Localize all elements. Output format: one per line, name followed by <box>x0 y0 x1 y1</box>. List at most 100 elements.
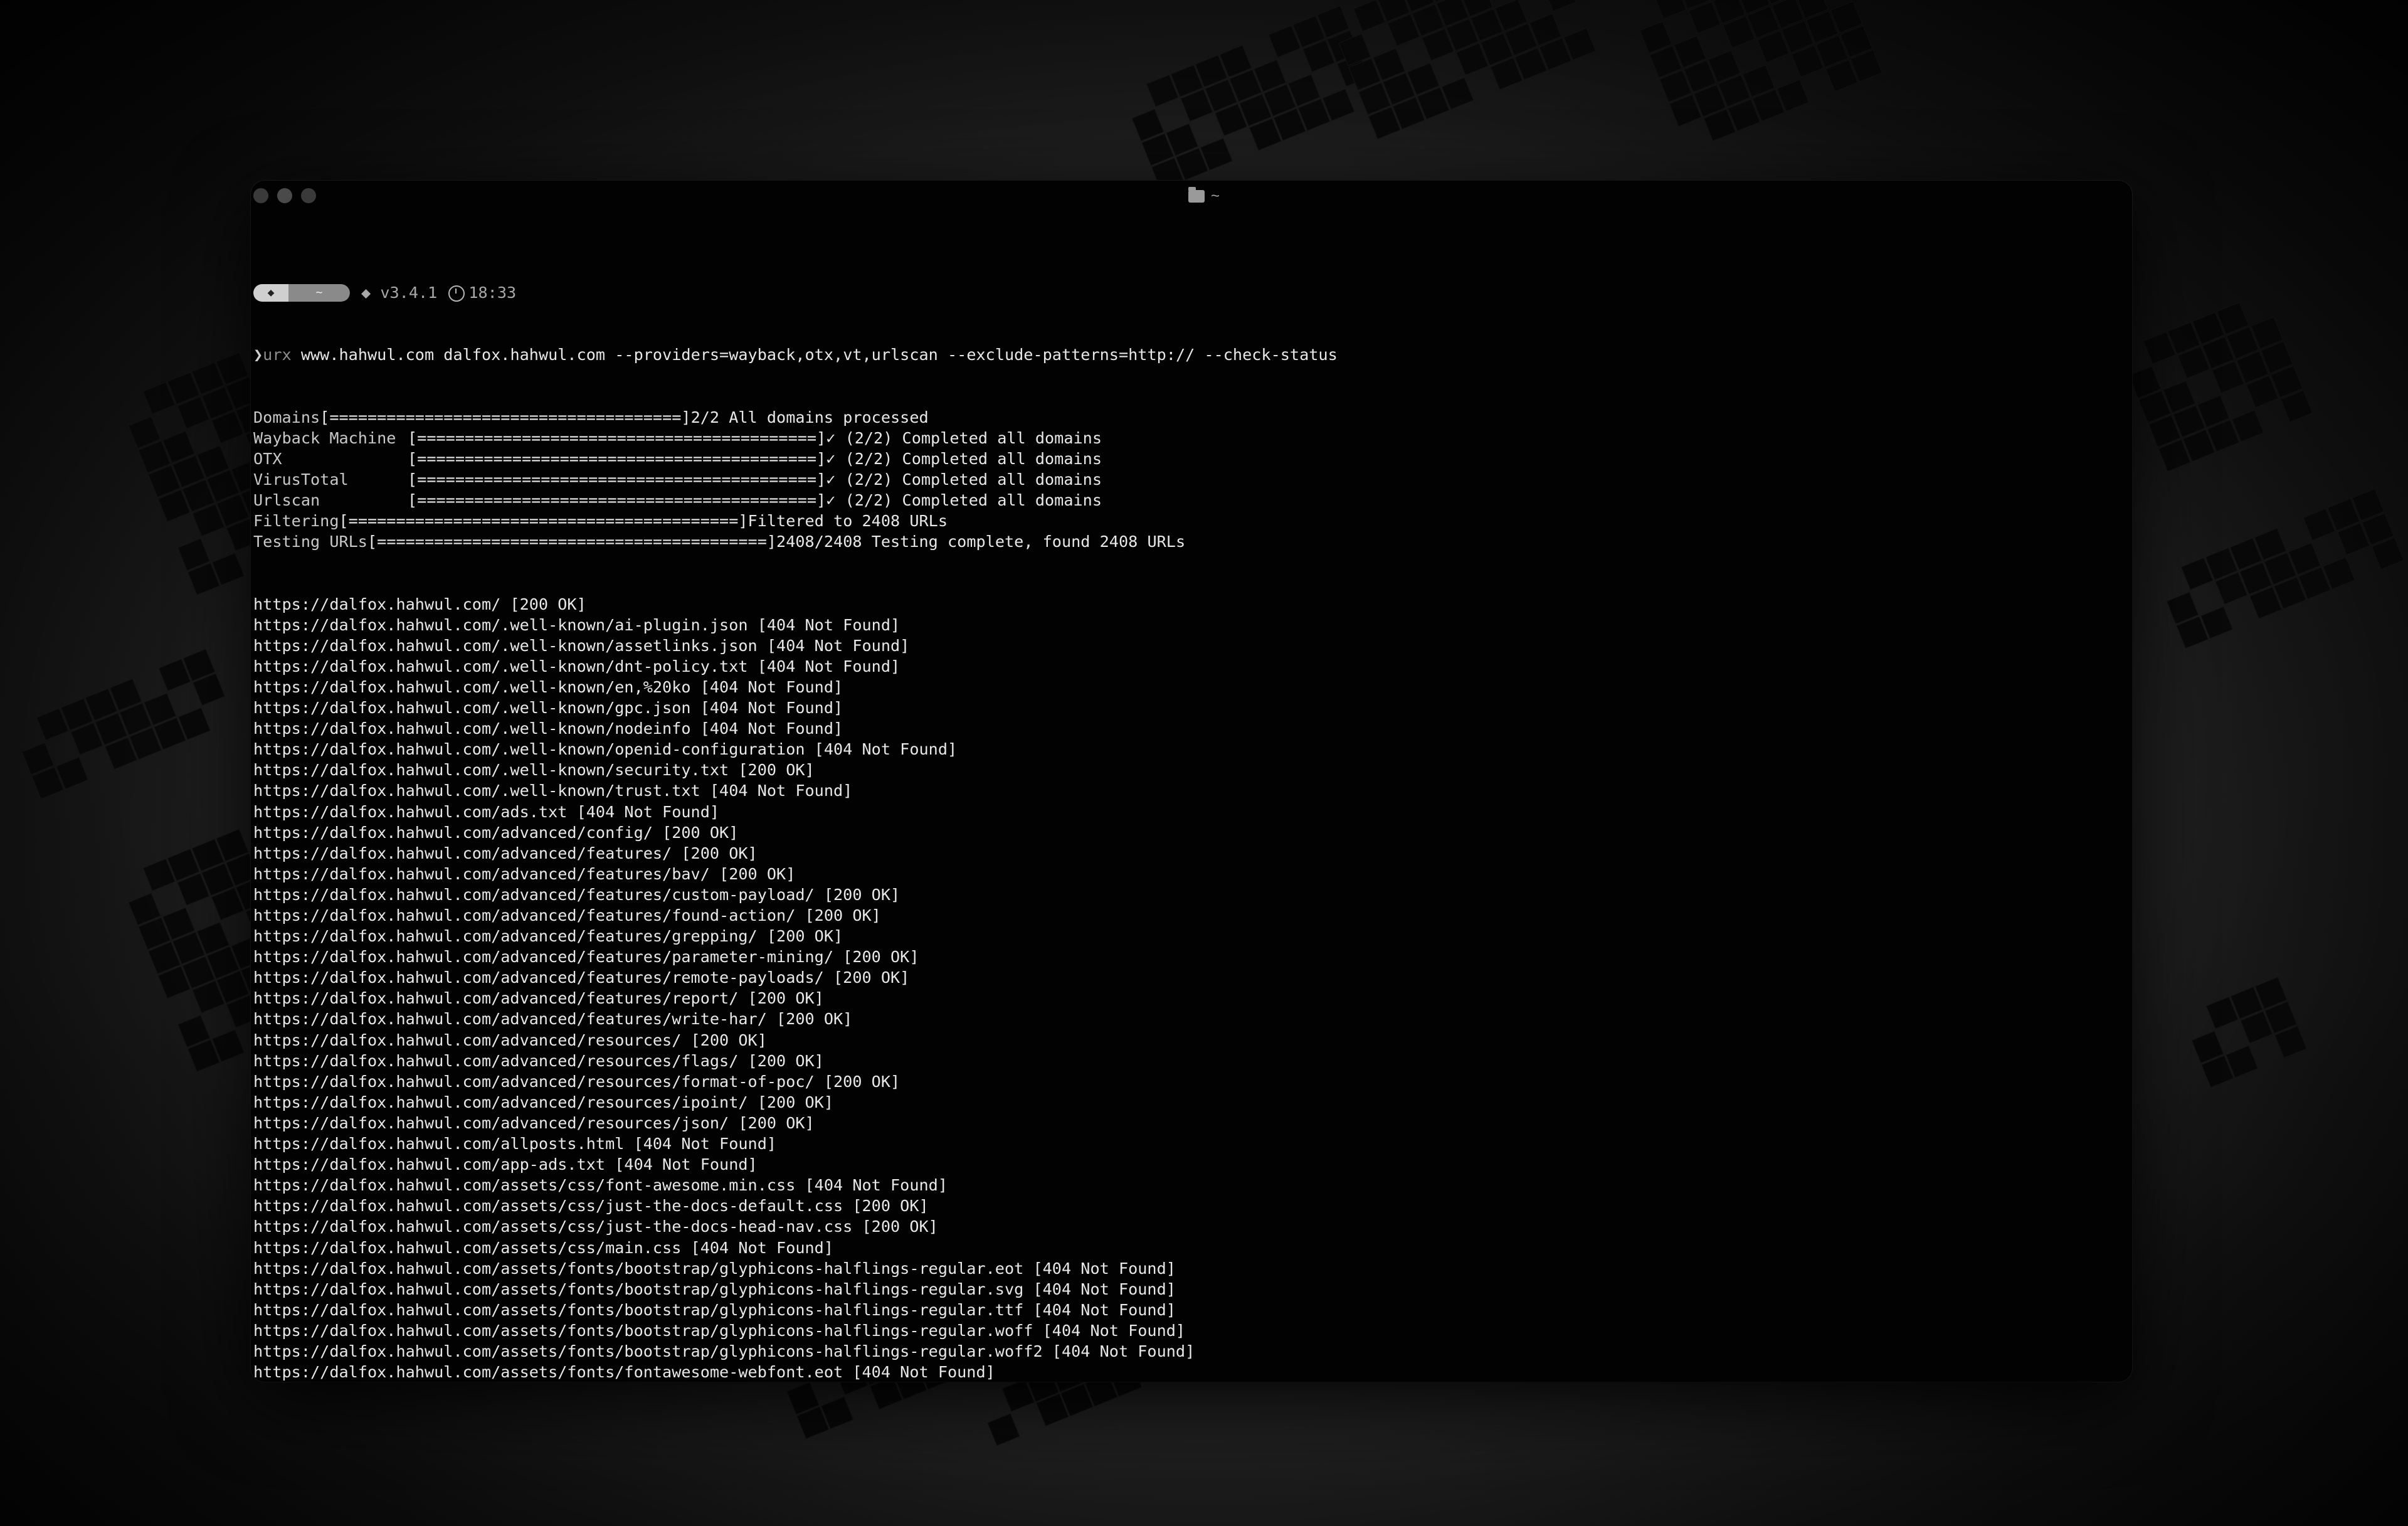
clock-icon <box>448 285 465 302</box>
wallpaper-pixel <box>2201 607 2232 638</box>
folder-icon <box>1188 187 1205 203</box>
result-line: https://dalfox.hahwul.com/.well-known/op… <box>253 740 958 759</box>
result-line: https://dalfox.hahwul.com/advanced/featu… <box>253 989 824 1008</box>
progress-label: Testing URLs <box>253 533 367 551</box>
result-line: https://dalfox.hahwul.com/assets/fonts/b… <box>253 1280 1176 1298</box>
progress-label: Wayback Machine <box>253 428 396 447</box>
progress-line: Testing URLs [==========================… <box>253 531 2120 552</box>
progress-status: 2408/2408 Testing complete, found 2408 U… <box>776 533 1186 551</box>
progress-label: Filtering <box>253 512 339 531</box>
wallpaper-pixel <box>1777 80 1809 112</box>
terminal-window[interactable]: ~ ◆ ~ ◆ v3.4.1 18:33 ❯ urx www.hahwul.co… <box>251 181 2132 1382</box>
wallpaper-pixel <box>56 757 88 789</box>
progress-bar: [=======================================… <box>367 533 777 551</box>
prompt-time: 18:33 <box>448 282 516 303</box>
wallpaper-pixel <box>1323 89 1354 120</box>
command-line: ❯ urx www.hahwul.com dalfox.hahwul.com -… <box>253 344 2120 365</box>
result-line: https://dalfox.hahwul.com/advanced/resou… <box>253 1113 815 1132</box>
result-line: https://dalfox.hahwul.com/app-ads.txt [4… <box>253 1155 758 1174</box>
results-list: https://dalfox.hahwul.com/ [200 OK] https… <box>253 594 2120 1382</box>
result-line: https://dalfox.hahwul.com/advanced/resou… <box>253 1051 824 1070</box>
zoom-button[interactable] <box>301 188 316 203</box>
result-line: https://dalfox.hahwul.com/advanced/featu… <box>253 968 910 987</box>
result-line: https://dalfox.hahwul.com/.well-known/no… <box>253 719 843 738</box>
wallpaper-pixel <box>213 553 244 585</box>
progress-status: ✓ (2/2) Completed all domains <box>826 449 1102 468</box>
prompt-path: ~ <box>288 283 350 302</box>
window-title: ~ <box>1188 187 1220 205</box>
result-line: https://dalfox.hahwul.com/assets/fonts/b… <box>253 1300 1176 1319</box>
progress-line: OTX [====================================… <box>253 448 2120 469</box>
progress-status: Filtered to 2408 URLs <box>747 512 948 531</box>
wallpaper-pixel <box>1201 139 1232 170</box>
result-line: https://dalfox.hahwul.com/advanced/featu… <box>253 1010 853 1029</box>
progress-bar: [=======================================… <box>408 491 826 510</box>
result-line: https://dalfox.hahwul.com/advanced/featu… <box>253 864 796 883</box>
wallpaper-pixel <box>1545 0 1576 11</box>
prompt-segment: ◆ ~ <box>253 283 350 302</box>
result-line: https://dalfox.hahwul.com/.well-known/se… <box>253 761 815 780</box>
progress-line: Domains [===============================… <box>253 407 2120 428</box>
progress-status: ✓ (2/2) Completed all domains <box>826 470 1102 489</box>
minimize-button[interactable] <box>277 188 292 203</box>
wallpaper-pixel <box>179 708 210 739</box>
wallpaper-pixel <box>821 1397 853 1429</box>
title-bar[interactable]: ~ <box>251 181 2132 212</box>
result-line: https://dalfox.hahwul.com/advanced/featu… <box>253 885 900 904</box>
progress-bar: [=====================================] <box>320 408 691 427</box>
prompt-os-icon: ◆ <box>253 283 288 302</box>
result-line: https://dalfox.hahwul.com/assets/fonts/b… <box>253 1321 1186 1340</box>
progress-line: VirusTotal [=============================… <box>253 469 2120 490</box>
wallpaper-pixel <box>2323 558 2355 589</box>
terminal-output[interactable]: ◆ ~ ◆ v3.4.1 18:33 ❯ urx www.hahwul.com … <box>253 241 2120 1381</box>
prompt-arrow-icon: ❯ <box>253 346 263 364</box>
command-name: urx <box>263 346 292 364</box>
result-line: https://dalfox.hahwul.com/assets/fonts/b… <box>253 1342 1195 1360</box>
result-line: https://dalfox.hahwul.com/.well-known/as… <box>253 636 910 655</box>
result-line: https://dalfox.hahwul.com/assets/css/fon… <box>253 1176 948 1195</box>
wallpaper-pixel <box>988 1414 1020 1446</box>
progress-line: Filtering [=============================… <box>253 511 2120 531</box>
wallpaper-pixel <box>213 1030 244 1062</box>
prompt-time-text: 18:33 <box>468 283 517 302</box>
result-line: https://dalfox.hahwul.com/advanced/featu… <box>253 948 919 967</box>
result-line: https://dalfox.hahwul.com/.well-known/ai… <box>253 615 900 634</box>
progress-status: 2/2 All domains processed <box>690 408 929 427</box>
wallpaper-pixel <box>2281 390 2313 422</box>
result-line: https://dalfox.hahwul.com/.well-known/tr… <box>253 782 853 800</box>
result-line: https://dalfox.hahwul.com/ads.txt [404 N… <box>253 802 720 821</box>
result-line: https://dalfox.hahwul.com/assets/fonts/f… <box>253 1363 995 1382</box>
wallpaper-pixel <box>1654 0 1686 19</box>
progress-line: Wayback Machine [========================… <box>253 428 2120 448</box>
result-line: https://dalfox.hahwul.com/assets/fonts/b… <box>253 1259 1176 1278</box>
wallpaper-pixel <box>2226 1046 2258 1078</box>
wallpaper-pixel <box>2232 410 2264 442</box>
progress-bar: [=======================================… <box>408 470 826 489</box>
progress-status: ✓ (2/2) Completed all domains <box>826 428 1102 447</box>
close-button[interactable] <box>253 188 268 203</box>
progress-block: Domains [===============================… <box>253 407 2120 553</box>
wallpaper-pixel <box>2372 538 2404 570</box>
result-line: https://dalfox.hahwul.com/allposts.html … <box>253 1135 777 1153</box>
result-line: https://dalfox.hahwul.com/advanced/featu… <box>253 844 758 862</box>
result-line: https://dalfox.hahwul.com/advanced/featu… <box>253 906 881 925</box>
command-args: www.hahwul.com dalfox.hahwul.com --provi… <box>291 346 1338 364</box>
wallpaper-pixel <box>1442 78 1474 109</box>
result-line: https://dalfox.hahwul.com/advanced/resou… <box>253 1072 900 1091</box>
progress-bar: [=======================================… <box>339 512 748 531</box>
prompt-version: ◆ v3.4.1 <box>361 283 438 302</box>
result-line: https://dalfox.hahwul.com/assets/css/jus… <box>253 1217 938 1236</box>
wallpaper-pixel <box>1851 50 1882 82</box>
result-line: https://dalfox.hahwul.com/advanced/confi… <box>253 823 739 842</box>
result-line: https://dalfox.hahwul.com/advanced/featu… <box>253 927 843 946</box>
progress-label: Urlscan <box>253 491 320 510</box>
result-line: https://dalfox.hahwul.com/.well-known/gp… <box>253 699 843 718</box>
result-line: https://dalfox.hahwul.com/.well-known/dn… <box>253 657 900 676</box>
progress-status: ✓ (2/2) Completed all domains <box>826 491 1102 510</box>
progress-label: OTX <box>253 449 282 468</box>
wallpaper-pixel <box>193 674 224 706</box>
result-line: https://dalfox.hahwul.com/.well-known/en… <box>253 677 843 696</box>
progress-bar: [=======================================… <box>408 449 826 468</box>
wallpaper-pixel <box>2275 1026 2306 1057</box>
prompt-line: ◆ ~ ◆ v3.4.1 18:33 <box>253 282 2120 303</box>
